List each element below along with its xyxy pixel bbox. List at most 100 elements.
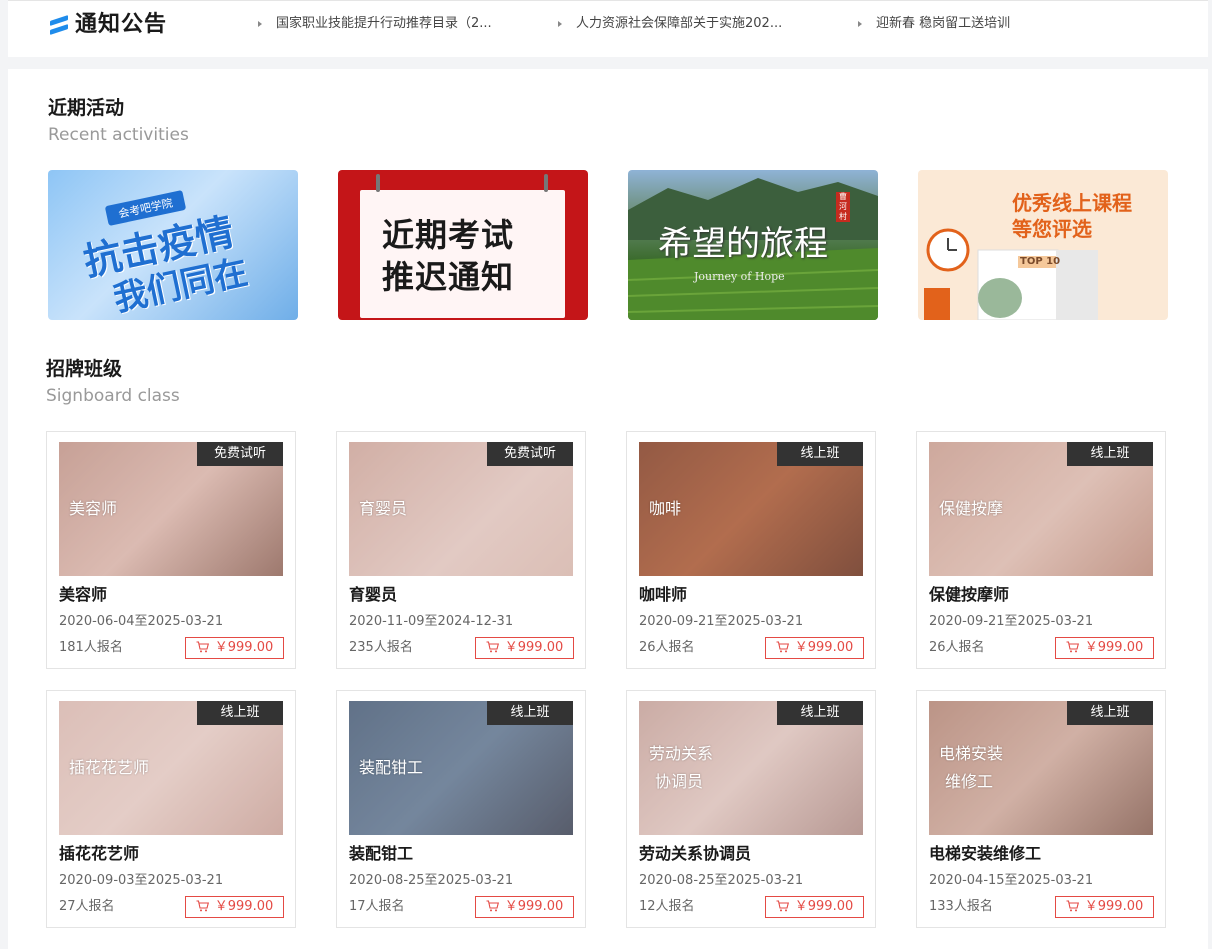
- card-image-caption: 保健按摩: [939, 499, 1004, 518]
- bullet-icon: [858, 20, 862, 27]
- class-name[interactable]: 插花花艺师: [59, 843, 139, 865]
- price-value: ￥999.00: [214, 899, 274, 914]
- activity-banner-exam-delay[interactable]: 近期考试 推迟通知: [338, 170, 588, 320]
- card-image-caption: 咖啡: [649, 499, 682, 518]
- price-value: ￥999.00: [1084, 640, 1144, 655]
- bullet-icon: [258, 20, 262, 27]
- class-date-range: 2020-08-25至2025-03-21: [639, 873, 804, 888]
- price-button[interactable]: ￥999.00: [765, 637, 864, 659]
- class-type-badge: 免费试听: [487, 442, 573, 466]
- banner-subtitle: Journey of Hope: [694, 270, 785, 283]
- class-card[interactable]: 电梯安装 维修工 线上班 电梯安装维修工 2020-04-15至2025-03-21 13…: [916, 690, 1166, 928]
- class-name[interactable]: 保健按摩师: [929, 584, 1009, 606]
- class-type-badge: 线上班: [777, 442, 863, 466]
- banner-seal: 曹河村: [836, 192, 850, 222]
- enrollment-count: 26人报名: [639, 640, 695, 655]
- class-image[interactable]: 咖啡 线上班: [639, 442, 863, 576]
- class-name[interactable]: 装配钳工: [349, 843, 413, 865]
- enrollment-count: 133人报名: [929, 899, 993, 914]
- notice-logo: 通知公告: [48, 11, 167, 39]
- card-image-caption: 插花花艺师: [69, 758, 150, 777]
- price-value: ￥999.00: [214, 640, 274, 655]
- price-button[interactable]: ￥999.00: [475, 637, 574, 659]
- class-image[interactable]: 插花花艺师 线上班: [59, 701, 283, 835]
- class-image[interactable]: 劳动关系协调员 线上班: [639, 701, 863, 835]
- notice-item[interactable]: 迎新春 稳岗留工送培训: [858, 13, 1118, 35]
- class-date-range: 2020-11-09至2024-12-31: [349, 614, 514, 629]
- class-image[interactable]: 美容师 免费试听: [59, 442, 283, 576]
- activities-subtitle: Recent activities: [48, 125, 189, 145]
- class-card[interactable]: 美容师 免费试听美容师 2020-06-04至2025-03-21 181人报名 ￥99…: [46, 431, 296, 669]
- class-image[interactable]: 育婴员 免费试听: [349, 442, 573, 576]
- class-card[interactable]: 插花花艺师 线上班插花花艺师 2020-09-03至2025-03-21 27人报名 ￥…: [46, 690, 296, 928]
- price-button[interactable]: ￥999.00: [475, 896, 574, 918]
- class-name[interactable]: 咖啡师: [639, 584, 687, 606]
- class-card[interactable]: 咖啡 线上班 咖啡师 2020-09-21至2025-03-21 26人报名 ￥999.0…: [626, 431, 876, 669]
- activity-banner-course-vote[interactable]: 优秀线上课程 等您评选 TOP 10: [918, 170, 1168, 320]
- class-type-badge: 线上班: [487, 701, 573, 725]
- card-image-caption: 电梯安装: [939, 744, 1004, 763]
- enrollment-count: 17人报名: [349, 899, 405, 914]
- class-type-badge: 免费试听: [197, 442, 283, 466]
- enrollment-count: 235人报名: [349, 640, 413, 655]
- banner-tag: TOP 10: [1020, 256, 1061, 267]
- notice-logo-icon: [48, 14, 70, 36]
- cart-icon: [486, 900, 499, 912]
- class-date-range: 2020-09-21至2025-03-21: [929, 614, 1094, 629]
- price-button[interactable]: ￥999.00: [185, 896, 284, 918]
- card-image-caption: 协调员: [655, 772, 704, 791]
- class-name[interactable]: 劳动关系协调员: [639, 843, 751, 865]
- class-card[interactable]: 装配钳工 线上班装配钳工 2020-08-25至2025-03-21 17人报名 ￥99…: [336, 690, 586, 928]
- card-image-caption: 装配钳工: [359, 758, 424, 777]
- class-name[interactable]: 美容师: [59, 584, 107, 606]
- class-name[interactable]: 育婴员: [349, 584, 397, 606]
- class-type-badge: 线上班: [1067, 442, 1153, 466]
- enrollment-count: 27人报名: [59, 899, 115, 914]
- class-card[interactable]: 劳动关系 协调员 线上班 劳动关系协调员 2020-08-25至2025-03-21 12…: [626, 690, 876, 928]
- price-button[interactable]: ￥999.00: [1055, 637, 1154, 659]
- price-button[interactable]: ￥999.00: [765, 896, 864, 918]
- activities-title: 近期活动: [48, 97, 125, 119]
- enrollment-count: 12人报名: [639, 899, 695, 914]
- class-card[interactable]: 育婴员 免费试听育婴员 2020-11-09至2024-12-31 235人报名 ￥99…: [336, 431, 586, 669]
- class-image[interactable]: 保健按摩 线上班: [929, 442, 1153, 576]
- notice-bar: 通知公告 国家职业技能提升行动推荐目录（2... 人力资源社会保障部关于实施20…: [8, 0, 1208, 57]
- class-type-badge: 线上班: [197, 701, 283, 725]
- notice-title: 通知公告: [75, 12, 168, 37]
- class-image[interactable]: 电梯安装维修工 线上班: [929, 701, 1153, 835]
- class-date-range: 2020-08-25至2025-03-21: [349, 873, 514, 888]
- cart-icon: [776, 900, 789, 912]
- cart-icon: [196, 900, 209, 912]
- pin-icon: [544, 174, 548, 192]
- enrollment-count: 181人报名: [59, 640, 123, 655]
- cart-icon: [196, 641, 209, 653]
- main-content: 近期活动 Recent activities 会考吧学院 抗击疫情 我们同在 近…: [8, 69, 1208, 949]
- banner-line2: 推迟通知: [382, 258, 515, 296]
- notice-item[interactable]: 国家职业技能提升行动推荐目录（2...: [258, 13, 518, 35]
- bullet-icon: [558, 20, 562, 27]
- price-value: ￥999.00: [504, 640, 564, 655]
- card-image-caption: 维修工: [945, 772, 994, 791]
- class-name[interactable]: 电梯安装维修工: [929, 843, 1041, 865]
- notice-item[interactable]: 人力资源社会保障部关于实施202...: [558, 13, 818, 35]
- class-card[interactable]: 保健按摩 线上班 保健按摩师 2020-09-21至2025-03-21 26人报名 ￥9…: [916, 431, 1166, 669]
- cart-icon: [776, 641, 789, 653]
- card-image-caption: 育婴员: [359, 499, 408, 518]
- price-button[interactable]: ￥999.00: [1055, 896, 1154, 918]
- activity-banner-epidemic[interactable]: 会考吧学院 抗击疫情 我们同在: [48, 170, 298, 320]
- activity-banner-journey[interactable]: 希望的旅程 Journey of Hope 曹河村: [628, 170, 878, 320]
- class-type-badge: 线上班: [777, 701, 863, 725]
- price-button[interactable]: ￥999.00: [185, 637, 284, 659]
- banner-line1: 希望的旅程: [658, 224, 828, 264]
- cart-icon: [486, 641, 499, 653]
- class-image[interactable]: 装配钳工 线上班: [349, 701, 573, 835]
- banner-line1: 近期考试: [382, 216, 515, 254]
- classes-subtitle: Signboard class: [46, 386, 180, 406]
- class-date-range: 2020-04-15至2025-03-21: [929, 873, 1094, 888]
- class-type-badge: 线上班: [1067, 701, 1153, 725]
- class-date-range: 2020-06-04至2025-03-21: [59, 614, 224, 629]
- price-value: ￥999.00: [1084, 899, 1144, 914]
- classes-title: 招牌班级: [46, 358, 123, 380]
- class-date-range: 2020-09-03至2025-03-21: [59, 873, 224, 888]
- card-image-caption: 劳动关系: [649, 744, 714, 763]
